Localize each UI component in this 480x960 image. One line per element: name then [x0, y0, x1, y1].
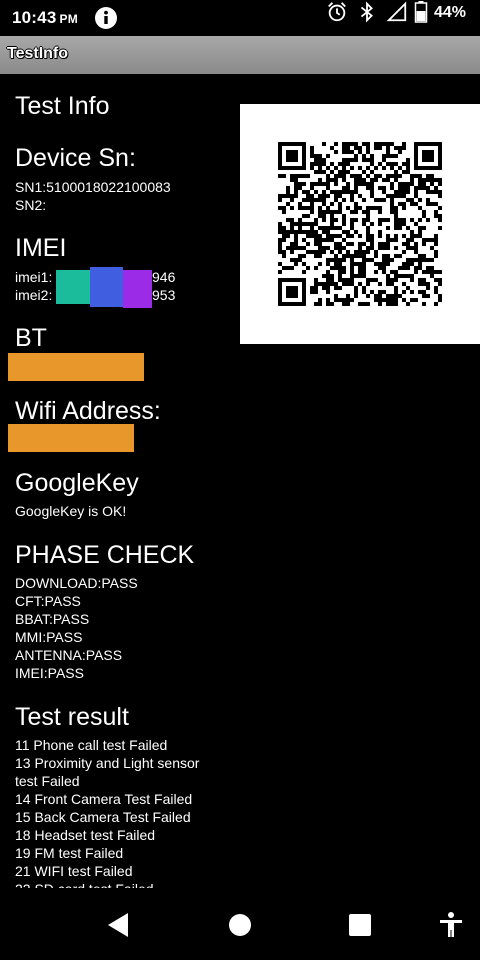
imei-redaction-3	[123, 270, 152, 308]
test-result-line: test Failed	[15, 773, 80, 789]
bt-heading: BT	[15, 324, 47, 352]
imei2-suffix: 953	[152, 287, 176, 303]
test-result-line: 15 Back Camera Test Failed	[15, 809, 191, 825]
qr-code-panel	[240, 104, 480, 344]
googlekey-status: GoogleKey is OK!	[15, 503, 127, 519]
screen: 10:43 PM 44% TestInfo Test Info Device S…	[0, 0, 480, 960]
imei-heading: IMEI	[15, 234, 67, 262]
accessibility-icon[interactable]	[436, 910, 466, 940]
imei1-prefix: imei1:	[15, 269, 53, 285]
imei-redaction-2	[90, 267, 123, 307]
signal-icon	[386, 1, 407, 22]
phase-item-download: DOWNLOAD:PASS	[15, 575, 138, 591]
home-icon[interactable]	[225, 910, 255, 940]
test-result-line: 22 SD card test Failed	[15, 881, 154, 888]
device-sn-heading: Device Sn:	[15, 144, 136, 172]
googlekey-heading: GoogleKey	[15, 469, 139, 497]
device-sn2: SN2:	[15, 197, 47, 213]
battery-icon	[414, 1, 428, 23]
info-icon	[95, 7, 117, 29]
app-title-bar: TestInfo	[0, 36, 480, 74]
test-result-line: 14 Front Camera Test Failed	[15, 791, 193, 807]
phase-item-imei: IMEI:PASS	[15, 665, 84, 681]
back-icon[interactable]	[104, 910, 134, 940]
navigation-bar	[0, 888, 480, 960]
imei-redaction-1	[56, 270, 90, 304]
test-result-heading: Test result	[15, 703, 129, 731]
battery-percent: 44%	[434, 4, 467, 21]
phase-item-mmi: MMI:PASS	[15, 629, 83, 645]
test-result-line: 18 Headset test Failed	[15, 827, 156, 843]
device-sn1: SN1:5100018022100083	[15, 179, 171, 195]
bt-redaction	[8, 353, 144, 381]
test-result-line: 21 WIFI test Failed	[15, 863, 133, 879]
test-result-line: 11 Phone call test Failed	[15, 737, 168, 753]
test-info-content[interactable]: Test Info Device Sn: SN1:510001802210008…	[0, 74, 480, 888]
wifi-heading: Wifi Address:	[15, 397, 161, 425]
wifi-redaction	[8, 424, 134, 452]
imei1-suffix: 946	[152, 269, 176, 285]
phase-check-heading: PHASE CHECK	[15, 541, 195, 569]
phase-item-antenna: ANTENNA:PASS	[15, 647, 123, 663]
phase-item-cft: CFT:PASS	[15, 593, 81, 609]
bluetooth-icon	[360, 1, 373, 23]
status-time-value: 10:43	[12, 8, 57, 27]
status-time: 10:43 PM	[12, 8, 78, 28]
imei2-prefix: imei2:	[15, 287, 53, 303]
test-result-line: 13 Proximity and Light sensor	[15, 755, 200, 771]
status-time-ampm: PM	[59, 12, 78, 26]
status-bar: 10:43 PM 44%	[0, 0, 480, 36]
recents-icon[interactable]	[345, 910, 375, 940]
alarm-icon	[328, 2, 346, 22]
phase-item-bbat: BBAT:PASS	[15, 611, 90, 627]
qr-code-image	[278, 142, 442, 306]
app-title: TestInfo	[7, 45, 69, 62]
page-title: Test Info	[15, 92, 110, 120]
test-result-line: 19 FM test Failed	[15, 845, 124, 861]
